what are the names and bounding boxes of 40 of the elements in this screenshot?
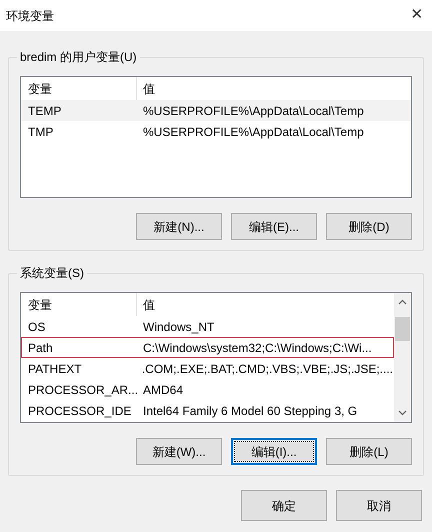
variable-value: Windows_NT (142, 318, 214, 336)
variable-value: C:\Windows\system32;C:\Windows;C:\Wi... (142, 340, 372, 356)
variable-value: %USERPROFILE%\AppData\Local\Temp (142, 124, 364, 140)
group-label: bredim 的用户变量(U) (17, 48, 140, 66)
scroll-down-icon[interactable] (398, 410, 407, 416)
variable-name: Path (27, 340, 54, 356)
list-row[interactable]: PATHEXT .COM;.EXE;.BAT;.CMD;.VBS;.VBE;.JS;.JSE;.... (21, 358, 394, 379)
scroll-up-icon[interactable] (398, 299, 407, 305)
list-row[interactable]: Path C:\Windows\system32;C:\Windows;C:\Wi... (21, 337, 394, 358)
dialog-button[interactable]: 取消 (336, 490, 422, 521)
group-label: 系统变量(S) (17, 264, 87, 282)
scroll-thumb[interactable] (395, 317, 410, 341)
variable-name: PATHEXT (27, 360, 83, 378)
column-header[interactable]: 值 (137, 77, 411, 100)
variable-name: TMP (27, 124, 54, 140)
column-header[interactable]: 变量 (21, 293, 137, 316)
list-row[interactable]: OS Windows_NT (21, 316, 394, 337)
variable-value: .COM;.EXE;.BAT;.CMD;.VBS;.VBE;.JS;.JSE;.... (140, 360, 393, 378)
variable-name: TEMP (27, 102, 62, 120)
list-row[interactable]: TMP %USERPROFILE%\AppData\Local\Temp (21, 121, 411, 142)
dialog-button[interactable]: 编辑(I)... (231, 438, 317, 465)
variable-value: AMD64 (142, 382, 184, 398)
dialog-button[interactable]: 删除(L) (326, 438, 412, 465)
variable-name: PROCESSOR_AR... (27, 382, 137, 398)
variable-name: OS (27, 318, 46, 336)
scrollbar[interactable] (394, 293, 411, 422)
list-row[interactable]: PROCESSOR_IDE Intel64 Family 6 Model 60 Stepping 3, G (21, 400, 394, 421)
dialog-button[interactable]: 确定 (241, 490, 327, 521)
dialog-button[interactable]: 编辑(E)... (231, 213, 317, 240)
variable-value: Intel64 Family 6 Model 60 Stepping 3, G (142, 402, 358, 420)
column-header[interactable]: 值 (137, 293, 394, 316)
variable-value: %USERPROFILE%\AppData\Local\Temp (142, 102, 364, 120)
window-title: 环境变量 (6, 8, 54, 24)
dialog-button[interactable]: 新建(N)... (136, 213, 222, 240)
variable-name: PROCESSOR_IDE (27, 402, 132, 420)
list-row[interactable]: PROCESSOR_AR... AMD64 (21, 379, 394, 400)
dialog-button[interactable]: 删除(D) (326, 213, 412, 240)
dialog-button[interactable]: 新建(W)... (136, 438, 222, 465)
close-button[interactable]: ✕ (406, 4, 428, 27)
list-row[interactable]: TEMP %USERPROFILE%\AppData\Local\Temp (21, 100, 411, 121)
